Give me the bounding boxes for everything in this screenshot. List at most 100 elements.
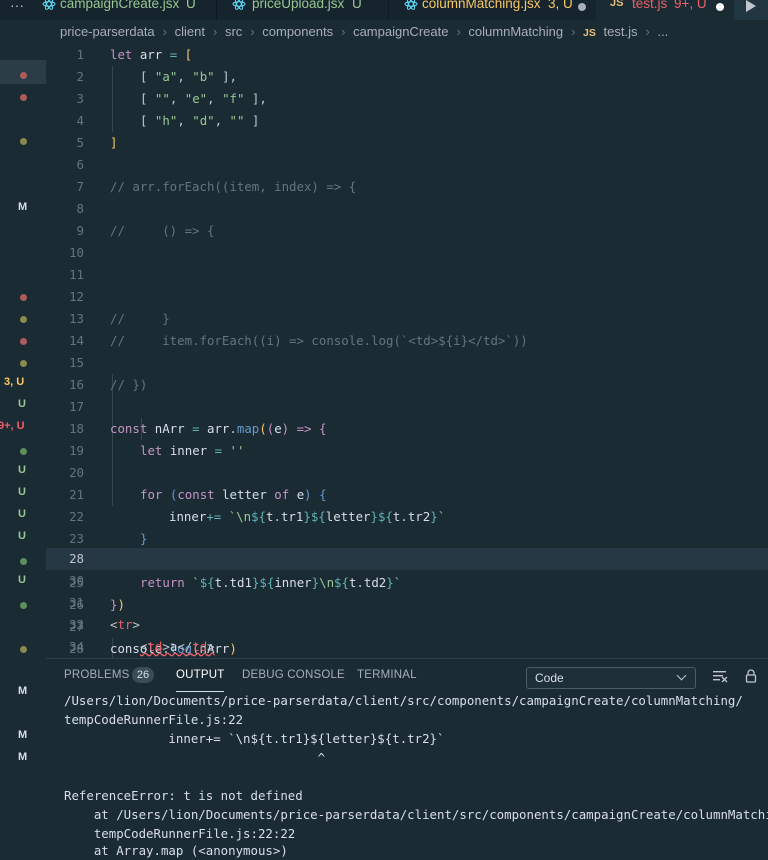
git-status-item: U — [18, 574, 26, 586]
breadcrumb-item[interactable]: test.js — [604, 24, 638, 39]
code-line: 12 — [69, 289, 84, 304]
output-line: tempCodeRunnerFile.js:22 — [64, 712, 244, 727]
js-file-icon: JS — [610, 0, 624, 9]
problems-count-badge: 26 — [132, 667, 154, 683]
tab-git-status: U — [186, 0, 196, 11]
code-line: 1 let arr = [ — [76, 47, 193, 62]
status-dot-icon — [20, 72, 27, 79]
run-code-button[interactable] — [734, 0, 768, 20]
chevron-down-icon — [676, 670, 687, 681]
explorer-git-gutter: M 3, U U 9+, U U U U U U M M M — [0, 20, 46, 855]
unsaved-dot-icon — [578, 3, 586, 11]
breadcrumb-item[interactable]: client — [175, 24, 205, 39]
code-line: 15 — [69, 355, 84, 370]
git-status-item: 3, U — [4, 376, 25, 388]
tab-price-upload[interactable]: priceUpload.jsx U — [216, 0, 389, 20]
code-line: 5] — [76, 135, 118, 150]
clear-output-icon[interactable] — [712, 669, 728, 683]
breadcrumb-item[interactable]: campaignCreate — [353, 24, 448, 39]
more-tabs-button[interactable]: ··· — [0, 0, 34, 20]
code-line: 7// arr.forEach((item, index) => { — [76, 179, 357, 194]
git-status-modified: M — [18, 201, 28, 213]
code-line: 27 — [69, 619, 84, 634]
output-channel-select[interactable]: Code — [526, 667, 696, 689]
play-icon — [746, 0, 756, 12]
chevron-right-icon: › — [212, 24, 218, 39]
git-status-item: U — [18, 464, 26, 476]
tab-label: campaignCreate.jsx — [60, 0, 180, 11]
code-line: 22 inner+= `\n${t.tr1}${letter}${t.tr2}` — [69, 509, 446, 524]
code-line: 26}) — [69, 597, 125, 612]
code-line: 28 console.log(nArr) — [69, 641, 237, 656]
status-dot-icon — [20, 646, 27, 653]
tab-output[interactable]: OUTPUT — [176, 669, 225, 692]
code-line: 14// item.forEach((i) => console.log(`<t… — [69, 333, 528, 348]
code-line: 23} — [69, 531, 148, 546]
status-dot-icon — [20, 94, 27, 101]
status-dot-icon — [20, 360, 27, 367]
tab-git-status: 9+, U — [674, 0, 707, 11]
breadcrumb-item[interactable]: columnMatching — [468, 24, 563, 39]
tab-label: priceUpload.jsx — [252, 0, 345, 11]
status-dot-icon — [20, 316, 27, 323]
tab-test-js[interactable]: JS test.js 9+, U — [596, 0, 735, 20]
chevron-right-icon: › — [571, 24, 576, 39]
code-editor[interactable]: 1 let arr = [ 2[ "a", "b" ], 3[ "", "e", … — [46, 44, 768, 658]
bottom-panel: PROBLEMS 26 OUTPUT DEBUG CONSOLE TERMINA… — [46, 658, 768, 858]
code-line: 17 — [69, 399, 84, 414]
chevron-right-icon: › — [645, 24, 650, 39]
code-line: 24 — [69, 553, 84, 568]
output-line: ^ — [64, 750, 326, 765]
output-line: at Array.map (<anonymous>) — [64, 843, 288, 858]
code-line: 20 — [69, 465, 84, 480]
js-file-icon: JS — [583, 27, 596, 39]
git-status-modified: M — [18, 751, 28, 763]
tab-campaign-create[interactable]: campaignCreate.jsx U — [34, 0, 217, 20]
tab-git-status: U — [352, 0, 362, 11]
breadcrumb-item[interactable]: components — [262, 24, 333, 39]
output-line: ReferenceError: t is not defined — [64, 788, 303, 803]
code-line: 9// () => { — [76, 223, 215, 238]
code-line: 10 — [69, 245, 84, 260]
status-dot-icon — [20, 338, 27, 345]
react-icon — [42, 0, 56, 10]
tab-debug-console[interactable]: DEBUG CONSOLE — [242, 669, 345, 681]
unsaved-dot-icon — [716, 3, 724, 11]
tab-terminal[interactable]: TERMINAL — [357, 669, 417, 681]
git-status-item: 9+, U — [0, 420, 25, 432]
react-icon — [404, 0, 418, 10]
react-icon — [232, 0, 246, 10]
tab-problems[interactable]: PROBLEMS — [64, 669, 130, 681]
code-line: 18 const nArr = arr.map((e) => { — [69, 421, 327, 436]
git-status-item: U — [18, 398, 26, 410]
tab-label: test.js — [632, 0, 668, 11]
git-status-modified: M — [18, 685, 28, 697]
code-line: 6 — [76, 157, 84, 172]
breadcrumb: price-parserdata › client › src › component… — [60, 24, 672, 42]
code-line: 8 — [76, 201, 84, 216]
breadcrumb-item[interactable]: src — [225, 24, 242, 39]
code-line: 3[ "", "e", "f" ], — [76, 91, 267, 106]
lock-scroll-icon[interactable] — [743, 669, 759, 683]
output-channel-value: Code — [535, 671, 564, 685]
code-line: 25 return `${t.td1}${inner}\n${t.td2}` — [69, 575, 402, 590]
code-line: 2[ "a", "b" ], — [76, 69, 238, 84]
tab-column-matching[interactable]: columnMatching.jsx 3, U — [388, 0, 597, 20]
output-line: at /Users/lion/Documents/price-parserdat… — [64, 807, 768, 822]
git-status-modified: M — [18, 729, 28, 741]
chevron-right-icon: › — [456, 24, 461, 39]
breadcrumb-item[interactable]: price-parserdata — [60, 24, 155, 39]
status-dot-icon — [20, 448, 27, 455]
code-line: 13// } — [69, 311, 170, 326]
tab-label: columnMatching.jsx — [422, 0, 541, 11]
breadcrumb-item[interactable]: ... — [657, 24, 668, 39]
status-dot-icon — [20, 138, 27, 145]
chevron-right-icon: › — [162, 24, 167, 39]
chevron-right-icon: › — [250, 24, 255, 39]
code-line: 11 — [69, 267, 84, 282]
tab-git-status: 3, U — [548, 0, 573, 11]
git-status-item: U — [18, 530, 26, 542]
code-line: 16// }) — [69, 377, 148, 392]
code-line: 21 for (const letter of e) { — [69, 487, 327, 502]
